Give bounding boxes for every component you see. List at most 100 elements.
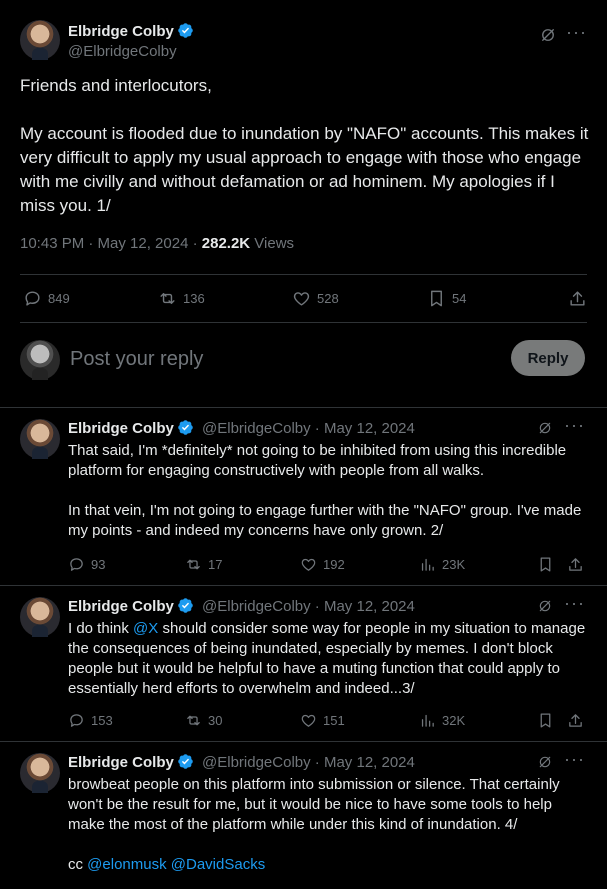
views-action[interactable]: 32K <box>419 712 465 729</box>
current-user-avatar[interactable] <box>20 340 60 380</box>
like-count: 528 <box>317 290 339 306</box>
views-chart-icon <box>421 558 434 571</box>
divider <box>20 322 587 323</box>
reply-action[interactable]: 849 <box>23 289 70 308</box>
main-tweet-actions: 849 136 528 54 <box>20 286 587 310</box>
reply-action[interactable]: 153 <box>68 712 113 729</box>
verified-badge-icon <box>178 23 193 38</box>
bookmark-action[interactable] <box>537 712 554 729</box>
reply-icon <box>70 714 83 727</box>
views-label: Views <box>250 235 295 252</box>
repost-icon <box>160 292 175 304</box>
heart-icon <box>293 291 310 306</box>
like-count: 192 <box>323 557 345 572</box>
author-name[interactable]: Elbridge Colby <box>68 420 174 437</box>
tweet-text: browbeat people on this platform into su… <box>68 775 590 875</box>
like-action[interactable]: 192 <box>300 556 345 573</box>
author-name[interactable]: Elbridge Colby <box>68 23 174 40</box>
author-handle[interactable]: @ElbridgeColby <box>202 598 311 615</box>
grok-icon[interactable] <box>537 420 553 436</box>
mention-link[interactable]: @elonmusk <box>87 856 166 873</box>
share-action[interactable] <box>567 712 584 729</box>
verified-badge-icon <box>178 598 193 613</box>
grok-icon[interactable] <box>537 754 553 770</box>
grok-icon[interactable] <box>539 26 557 44</box>
repost-icon <box>187 559 200 570</box>
reply-composer: Post your reply Reply <box>20 338 587 382</box>
heart-icon <box>301 714 316 727</box>
tweet-header: Elbridge Colby @ElbridgeColby · May 12, … <box>68 419 415 437</box>
more-options-icon[interactable]: ··· <box>564 749 585 770</box>
repost-icon <box>187 715 200 726</box>
cc-label: cc <box>68 856 88 873</box>
repost-action[interactable]: 30 <box>185 712 222 729</box>
more-options-icon[interactable]: ··· <box>564 415 585 436</box>
tweet-date[interactable]: · May 12, 2024 <box>311 598 415 615</box>
repost-count: 136 <box>183 290 205 306</box>
thread-tweet[interactable]: Elbridge Colby @ElbridgeColby · May 12, … <box>0 741 607 889</box>
repost-count: 17 <box>208 557 223 572</box>
bookmark-action[interactable]: 54 <box>427 289 466 308</box>
tweet-date[interactable]: · May 12, 2024 <box>311 420 415 437</box>
repost-action[interactable]: 17 <box>185 556 222 573</box>
main-tweet-header: Elbridge Colby @ElbridgeColby ··· <box>20 20 587 64</box>
author-avatar[interactable] <box>20 20 60 60</box>
thread-tweet[interactable]: Elbridge Colby @ElbridgeColby · May 12, … <box>0 585 607 741</box>
like-action[interactable]: 151 <box>300 712 345 729</box>
reply-action[interactable]: 93 <box>68 556 105 573</box>
mention-link[interactable]: @DavidSacks <box>171 856 265 873</box>
divider <box>20 274 587 275</box>
author-name[interactable]: Elbridge Colby <box>68 598 174 615</box>
bookmark-icon <box>540 713 551 728</box>
verified-badge-icon <box>178 420 193 435</box>
tweet-text: I do think @X should consider some way f… <box>68 619 590 699</box>
repost-action[interactable]: 136 <box>158 289 205 308</box>
author-handle[interactable]: @ElbridgeColby <box>202 420 311 437</box>
author-avatar[interactable] <box>20 753 60 793</box>
like-count: 151 <box>323 713 345 728</box>
main-tweet-meta: 10:43 PM · May 12, 2024 · 282.2K Views <box>20 235 294 252</box>
bookmark-action[interactable] <box>537 556 554 573</box>
bookmark-icon <box>540 557 551 572</box>
timestamp[interactable]: 10:43 PM · May 12, 2024 · <box>20 235 202 252</box>
views-action[interactable]: 23K <box>419 556 465 573</box>
mention-link[interactable]: @X <box>133 620 158 637</box>
views-chart-icon <box>421 714 434 727</box>
reply-count: 93 <box>91 557 106 572</box>
share-icon <box>570 290 585 306</box>
author-info: Elbridge Colby @ElbridgeColby <box>68 22 194 60</box>
views-count: 23K <box>442 557 466 572</box>
thread-tweet[interactable]: Elbridge Colby @ElbridgeColby · May 12, … <box>0 407 607 585</box>
share-icon <box>569 714 582 727</box>
tweet-detail-page: Elbridge Colby @ElbridgeColby ··· Friend… <box>0 0 607 889</box>
author-handle[interactable]: @ElbridgeColby <box>202 754 311 771</box>
tweet-header: Elbridge Colby @ElbridgeColby · May 12, … <box>68 753 415 771</box>
tweet-header: Elbridge Colby @ElbridgeColby · May 12, … <box>68 597 415 615</box>
grok-icon[interactable] <box>537 598 553 614</box>
author-avatar[interactable] <box>20 419 60 459</box>
bookmark-icon <box>431 290 442 306</box>
bookmark-count: 54 <box>452 290 467 306</box>
more-options-icon[interactable]: ··· <box>566 22 587 43</box>
tweet-text-part: browbeat people on this platform into su… <box>68 776 564 833</box>
share-action[interactable] <box>567 556 584 573</box>
more-options-icon[interactable]: ··· <box>564 593 585 614</box>
main-tweet-text: Friends and interlocutors, My account is… <box>20 76 589 215</box>
tweet-text-part: I do think <box>68 620 134 637</box>
like-action[interactable]: 528 <box>292 289 339 308</box>
tweet-date[interactable]: · May 12, 2024 <box>311 754 415 771</box>
reply-count: 849 <box>48 290 70 306</box>
reply-icon <box>70 558 83 571</box>
repost-count: 30 <box>208 713 223 728</box>
verified-badge-icon <box>178 754 193 769</box>
share-action[interactable] <box>568 289 587 308</box>
reply-count: 153 <box>91 713 113 728</box>
author-name[interactable]: Elbridge Colby <box>68 754 174 771</box>
views-count: 282.2K <box>201 235 251 252</box>
reply-input[interactable]: Post your reply <box>70 348 203 371</box>
views-count: 32K <box>442 713 466 728</box>
author-handle[interactable]: @ElbridgeColby <box>68 43 194 60</box>
author-avatar[interactable] <box>20 597 60 637</box>
tweet-text: That said, I'm *definitely* not going to… <box>68 442 582 539</box>
reply-button[interactable]: Reply <box>511 340 585 376</box>
